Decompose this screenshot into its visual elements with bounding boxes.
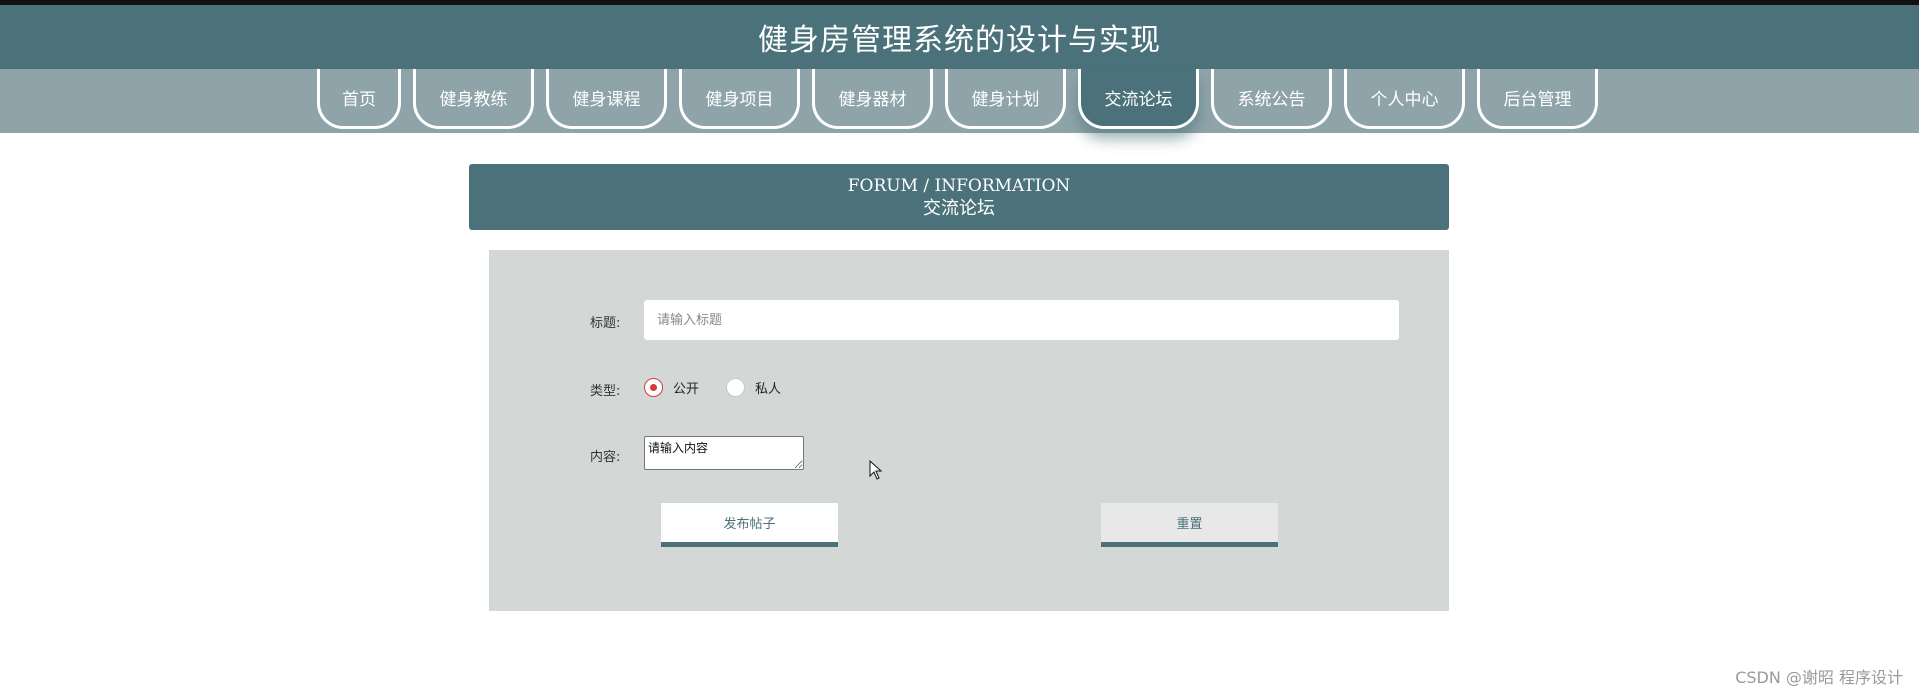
nav-item-equipment[interactable]: 健身器材 — [812, 69, 933, 129]
section-title-panel: FORUM / INFORMATION 交流论坛 — [469, 164, 1449, 230]
nav-item-forum[interactable]: 交流论坛 — [1078, 69, 1199, 129]
type-radio-private-label: 私人 — [755, 382, 782, 397]
nav-menu: 首页 健身教练 健身课程 健身项目 健身器材 健身计划 交流论坛 系统公告 个人… — [317, 69, 1610, 133]
type-radio-public[interactable]: 公开 — [644, 378, 699, 397]
site-title: 健身房管理系统的设计与实现 — [758, 23, 1161, 58]
type-radio-private[interactable]: 私人 — [726, 378, 781, 397]
nav-item-admin[interactable]: 后台管理 — [1477, 69, 1598, 129]
nav-item-plans[interactable]: 健身计划 — [945, 69, 1066, 129]
nav-item-courses[interactable]: 健身课程 — [546, 69, 667, 129]
reset-button[interactable]: 重置 — [1101, 503, 1278, 547]
radio-checked-icon — [644, 378, 663, 397]
type-label: 类型: — [590, 384, 621, 399]
nav-item-projects[interactable]: 健身项目 — [679, 69, 800, 129]
section-title-cn: 交流论坛 — [923, 198, 995, 219]
title-label: 标题: — [590, 316, 621, 331]
radio-unchecked-icon — [726, 378, 745, 397]
publish-post-button[interactable]: 发布帖子 — [661, 503, 838, 547]
section-title-en: FORUM / INFORMATION — [847, 176, 1071, 196]
nav-item-announcements[interactable]: 系统公告 — [1211, 69, 1332, 129]
title-input[interactable] — [644, 300, 1399, 340]
content-textarea[interactable] — [644, 436, 804, 470]
nav-item-profile[interactable]: 个人中心 — [1344, 69, 1465, 129]
site-header: 健身房管理系统的设计与实现 — [0, 5, 1919, 69]
nav-bar: 首页 健身教练 健身课程 健身项目 健身器材 健身计划 交流论坛 系统公告 个人… — [0, 69, 1919, 133]
type-radio-public-label: 公开 — [673, 382, 700, 397]
watermark-text: CSDN @谢昭 程序设计 — [1735, 668, 1903, 687]
nav-item-coaches[interactable]: 健身教练 — [413, 69, 534, 129]
content-label: 内容: — [590, 450, 621, 465]
nav-item-home[interactable]: 首页 — [317, 69, 401, 129]
post-form: 标题: 类型: 公开 私人 内容: 发布帖子 重置 — [489, 250, 1449, 611]
mouse-cursor-icon — [869, 460, 883, 480]
